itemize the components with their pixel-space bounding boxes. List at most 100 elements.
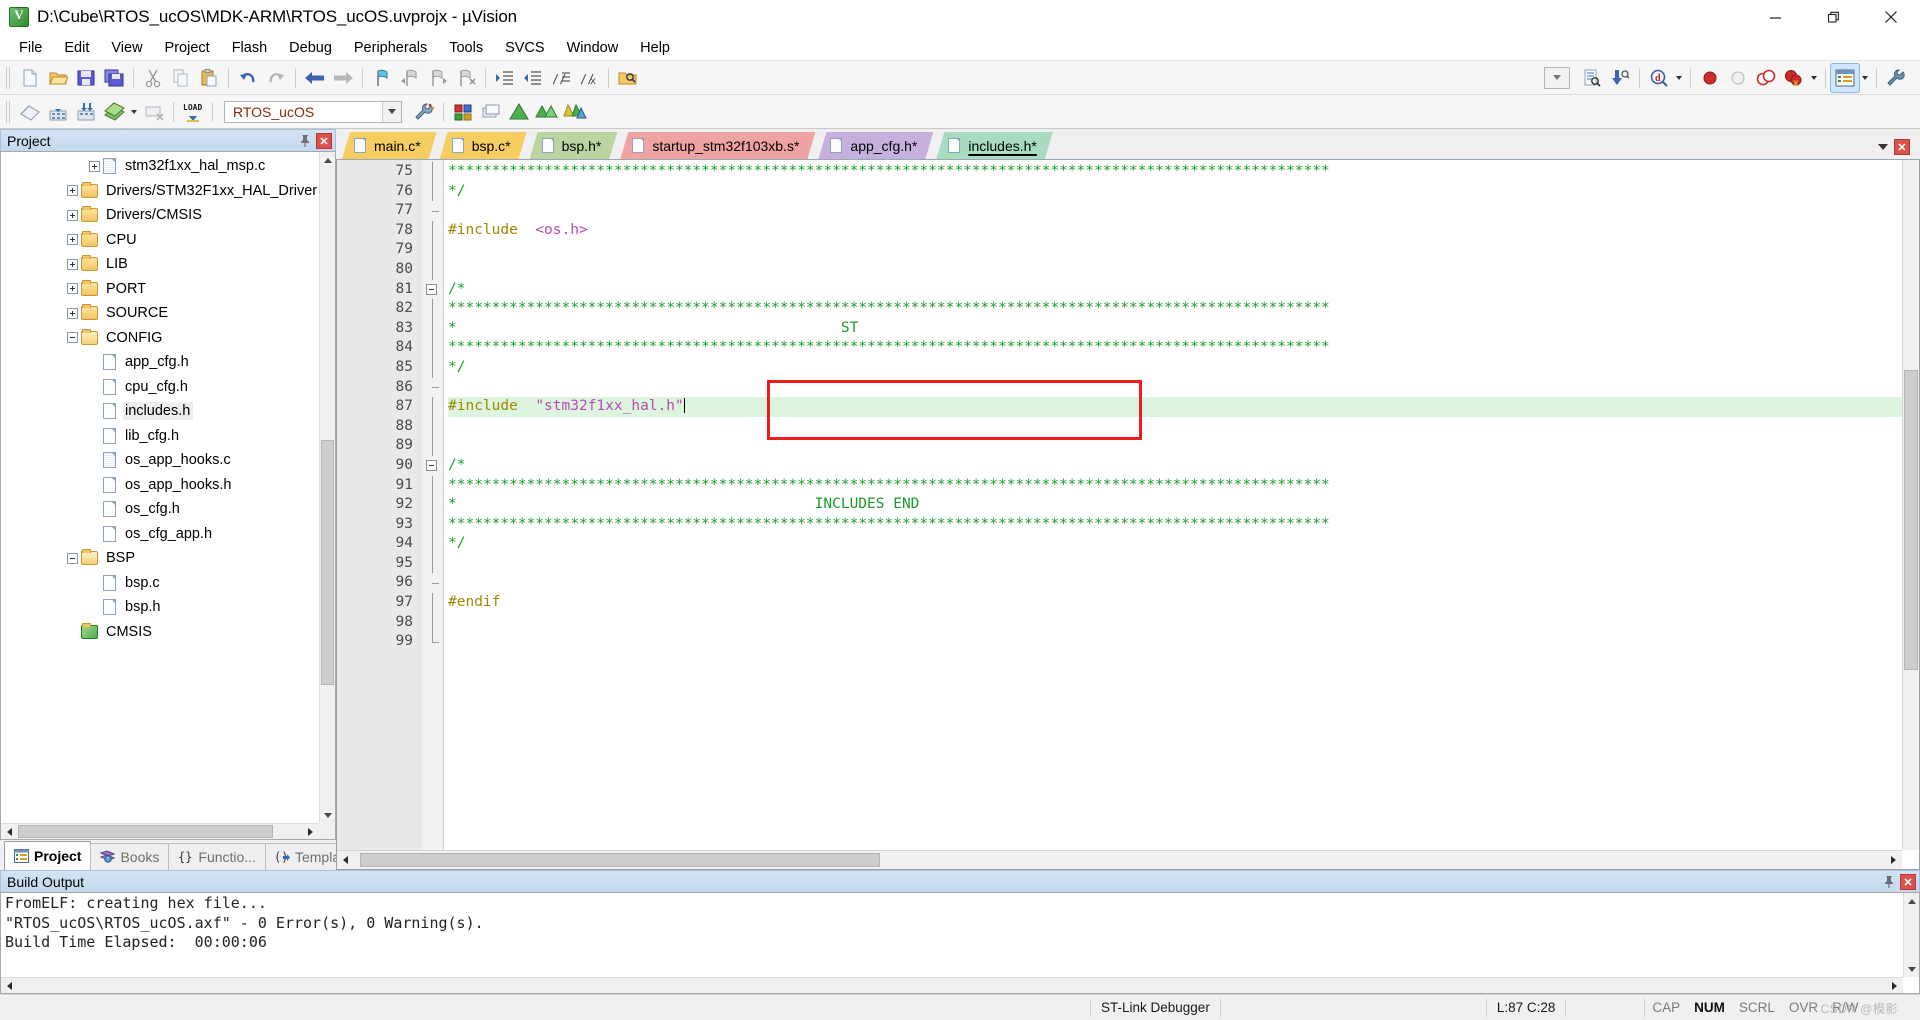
rebuild-all-icon[interactable] bbox=[72, 98, 100, 126]
collapse-icon[interactable] bbox=[426, 460, 437, 472]
tree-item-drivers-cmsis[interactable]: Drivers/CMSIS bbox=[1, 203, 319, 228]
code-line[interactable] bbox=[448, 417, 1902, 437]
cut-icon[interactable] bbox=[139, 64, 167, 92]
menu-help[interactable]: Help bbox=[629, 37, 681, 59]
menu-flash[interactable]: Flash bbox=[221, 37, 278, 59]
code-line[interactable]: ****************************************… bbox=[448, 162, 1902, 182]
code-editor[interactable]: 75 76 77 78 79 80 81 82 83 84 85 86 87 88 89 90 91 92 93 94… bbox=[336, 160, 1920, 870]
tree-item-source[interactable]: SOURCE bbox=[1, 301, 319, 326]
next-bookmark-icon[interactable] bbox=[424, 64, 452, 92]
manage-runtime-env-icon[interactable] bbox=[477, 98, 505, 126]
scroll-left-icon[interactable] bbox=[1, 978, 18, 994]
disable-all-breakpoints-icon[interactable] bbox=[1752, 64, 1780, 92]
scroll-right-icon[interactable] bbox=[1885, 852, 1902, 869]
tree-item-app-cfg-h[interactable]: app_cfg.h bbox=[1, 350, 319, 375]
tree-item-bsp[interactable]: BSP bbox=[1, 546, 319, 571]
configuration-wizard-icon[interactable] bbox=[1882, 64, 1910, 92]
code-line[interactable]: /* bbox=[448, 280, 1902, 300]
menu-edit[interactable]: Edit bbox=[53, 37, 100, 59]
menu-file[interactable]: File bbox=[8, 37, 53, 59]
download-icon[interactable]: LOAD bbox=[179, 98, 207, 126]
pin-icon[interactable] bbox=[1881, 874, 1897, 890]
find-in-files-icon[interactable] bbox=[614, 64, 642, 92]
navigate-forward-icon[interactable] bbox=[329, 64, 357, 92]
breakpoints-dropdown-icon[interactable] bbox=[1808, 64, 1820, 92]
expand-icon[interactable] bbox=[89, 160, 100, 172]
navigate-back-icon[interactable] bbox=[301, 64, 329, 92]
build-output-hscrollbar[interactable] bbox=[1, 977, 1903, 993]
tree-item-includes-h[interactable]: includes.h bbox=[1, 399, 319, 424]
save-icon[interactable] bbox=[72, 64, 100, 92]
code-line[interactable] bbox=[448, 436, 1902, 456]
restore-button[interactable] bbox=[1804, 0, 1862, 35]
open-file-icon[interactable] bbox=[44, 64, 72, 92]
menu-peripherals[interactable]: Peripherals bbox=[343, 37, 438, 59]
expand-icon[interactable] bbox=[67, 258, 78, 270]
batch-build-dropdown-icon[interactable] bbox=[128, 98, 140, 126]
menu-project[interactable]: Project bbox=[154, 37, 221, 59]
tree-item-os-cfg-h[interactable]: os_cfg.h bbox=[1, 497, 319, 522]
comment-icon[interactable]: // bbox=[547, 64, 575, 92]
code-line[interactable] bbox=[448, 201, 1902, 221]
expand-icon[interactable] bbox=[67, 283, 78, 295]
scroll-up-icon[interactable] bbox=[1903, 893, 1919, 909]
tree-item-cpu[interactable]: CPU bbox=[1, 228, 319, 253]
code-line[interactable]: */ bbox=[448, 358, 1902, 378]
minimize-button[interactable] bbox=[1746, 0, 1804, 35]
code-line[interactable]: ****************************************… bbox=[448, 338, 1902, 358]
scroll-right-icon[interactable] bbox=[1886, 978, 1903, 994]
tree-item-os-app-hooks-c[interactable]: os_app_hooks.c bbox=[1, 448, 319, 473]
save-all-icon[interactable] bbox=[100, 64, 128, 92]
tree-item-bsp-c[interactable]: bsp.c bbox=[1, 571, 319, 596]
outdent-icon[interactable] bbox=[519, 64, 547, 92]
fold-marker[interactable] bbox=[422, 280, 443, 300]
code-line[interactable]: * INCLUDES END bbox=[448, 495, 1902, 515]
multi-project-icon[interactable] bbox=[561, 98, 589, 126]
code-line[interactable]: #include <os.h> bbox=[448, 221, 1902, 241]
project-target-combo[interactable]: RTOS_ucOS bbox=[224, 100, 402, 123]
chevron-down-icon[interactable] bbox=[382, 101, 401, 122]
close-icon[interactable]: ✕ bbox=[316, 132, 332, 149]
editor-tab-includes-h-[interactable]: includes.h* bbox=[936, 132, 1053, 159]
insert-breakpoint-icon[interactable] bbox=[1696, 64, 1724, 92]
code-line[interactable]: #endif bbox=[448, 593, 1902, 613]
code-line[interactable] bbox=[448, 573, 1902, 593]
build-target-icon[interactable] bbox=[44, 98, 72, 126]
collapse-icon[interactable] bbox=[426, 284, 437, 296]
scroll-right-icon[interactable] bbox=[302, 824, 319, 840]
toggle-bookmark-icon[interactable] bbox=[368, 64, 396, 92]
project-window-dropdown-icon[interactable] bbox=[1859, 64, 1871, 92]
menu-view[interactable]: View bbox=[100, 37, 153, 59]
tree-item-os-cfg-app-h[interactable]: os_cfg_app.h bbox=[1, 522, 319, 547]
editor-tab-bsp-h-[interactable]: bsp.h* bbox=[530, 132, 618, 159]
code-line[interactable] bbox=[448, 260, 1902, 280]
tree-item-config[interactable]: CONFIG bbox=[1, 326, 319, 351]
toolbar-grip[interactable] bbox=[6, 66, 12, 89]
fold-marker[interactable] bbox=[422, 456, 443, 476]
scroll-left-icon[interactable] bbox=[1, 824, 18, 840]
code-line[interactable]: * ST bbox=[448, 319, 1902, 339]
expand-icon[interactable] bbox=[67, 185, 78, 197]
tab-books[interactable]: ? Books bbox=[90, 843, 170, 870]
code-line[interactable]: /* bbox=[448, 456, 1902, 476]
code-line[interactable]: */ bbox=[448, 182, 1902, 202]
scroll-down-icon[interactable] bbox=[1903, 833, 1920, 850]
disable-breakpoint-icon[interactable] bbox=[1724, 64, 1752, 92]
scroll-left-icon[interactable] bbox=[337, 852, 354, 869]
manage-project-items-icon[interactable] bbox=[449, 98, 477, 126]
tree-item-port[interactable]: PORT bbox=[1, 277, 319, 302]
close-button[interactable] bbox=[1862, 0, 1920, 35]
browse-symbol-icon[interactable]: d bbox=[1645, 64, 1673, 92]
code-line[interactable] bbox=[448, 240, 1902, 260]
tree-item-lib-cfg-h[interactable]: lib_cfg.h bbox=[1, 424, 319, 449]
incremental-find-icon[interactable] bbox=[1606, 64, 1634, 92]
translate-file-icon[interactable] bbox=[16, 98, 44, 126]
editor-vscrollbar[interactable] bbox=[1902, 160, 1919, 850]
target-options-icon[interactable] bbox=[410, 98, 438, 126]
prev-bookmark-icon[interactable] bbox=[396, 64, 424, 92]
stop-build-icon[interactable] bbox=[140, 98, 168, 126]
redo-icon[interactable] bbox=[262, 64, 290, 92]
pack-installer-icon[interactable] bbox=[505, 98, 533, 126]
tree-item-os-app-hooks-h[interactable]: os_app_hooks.h bbox=[1, 473, 319, 498]
project-tree[interactable]: stm32f1xx_hal_msp.c Drivers/STM32F1xx_HAL… bbox=[1, 152, 319, 823]
